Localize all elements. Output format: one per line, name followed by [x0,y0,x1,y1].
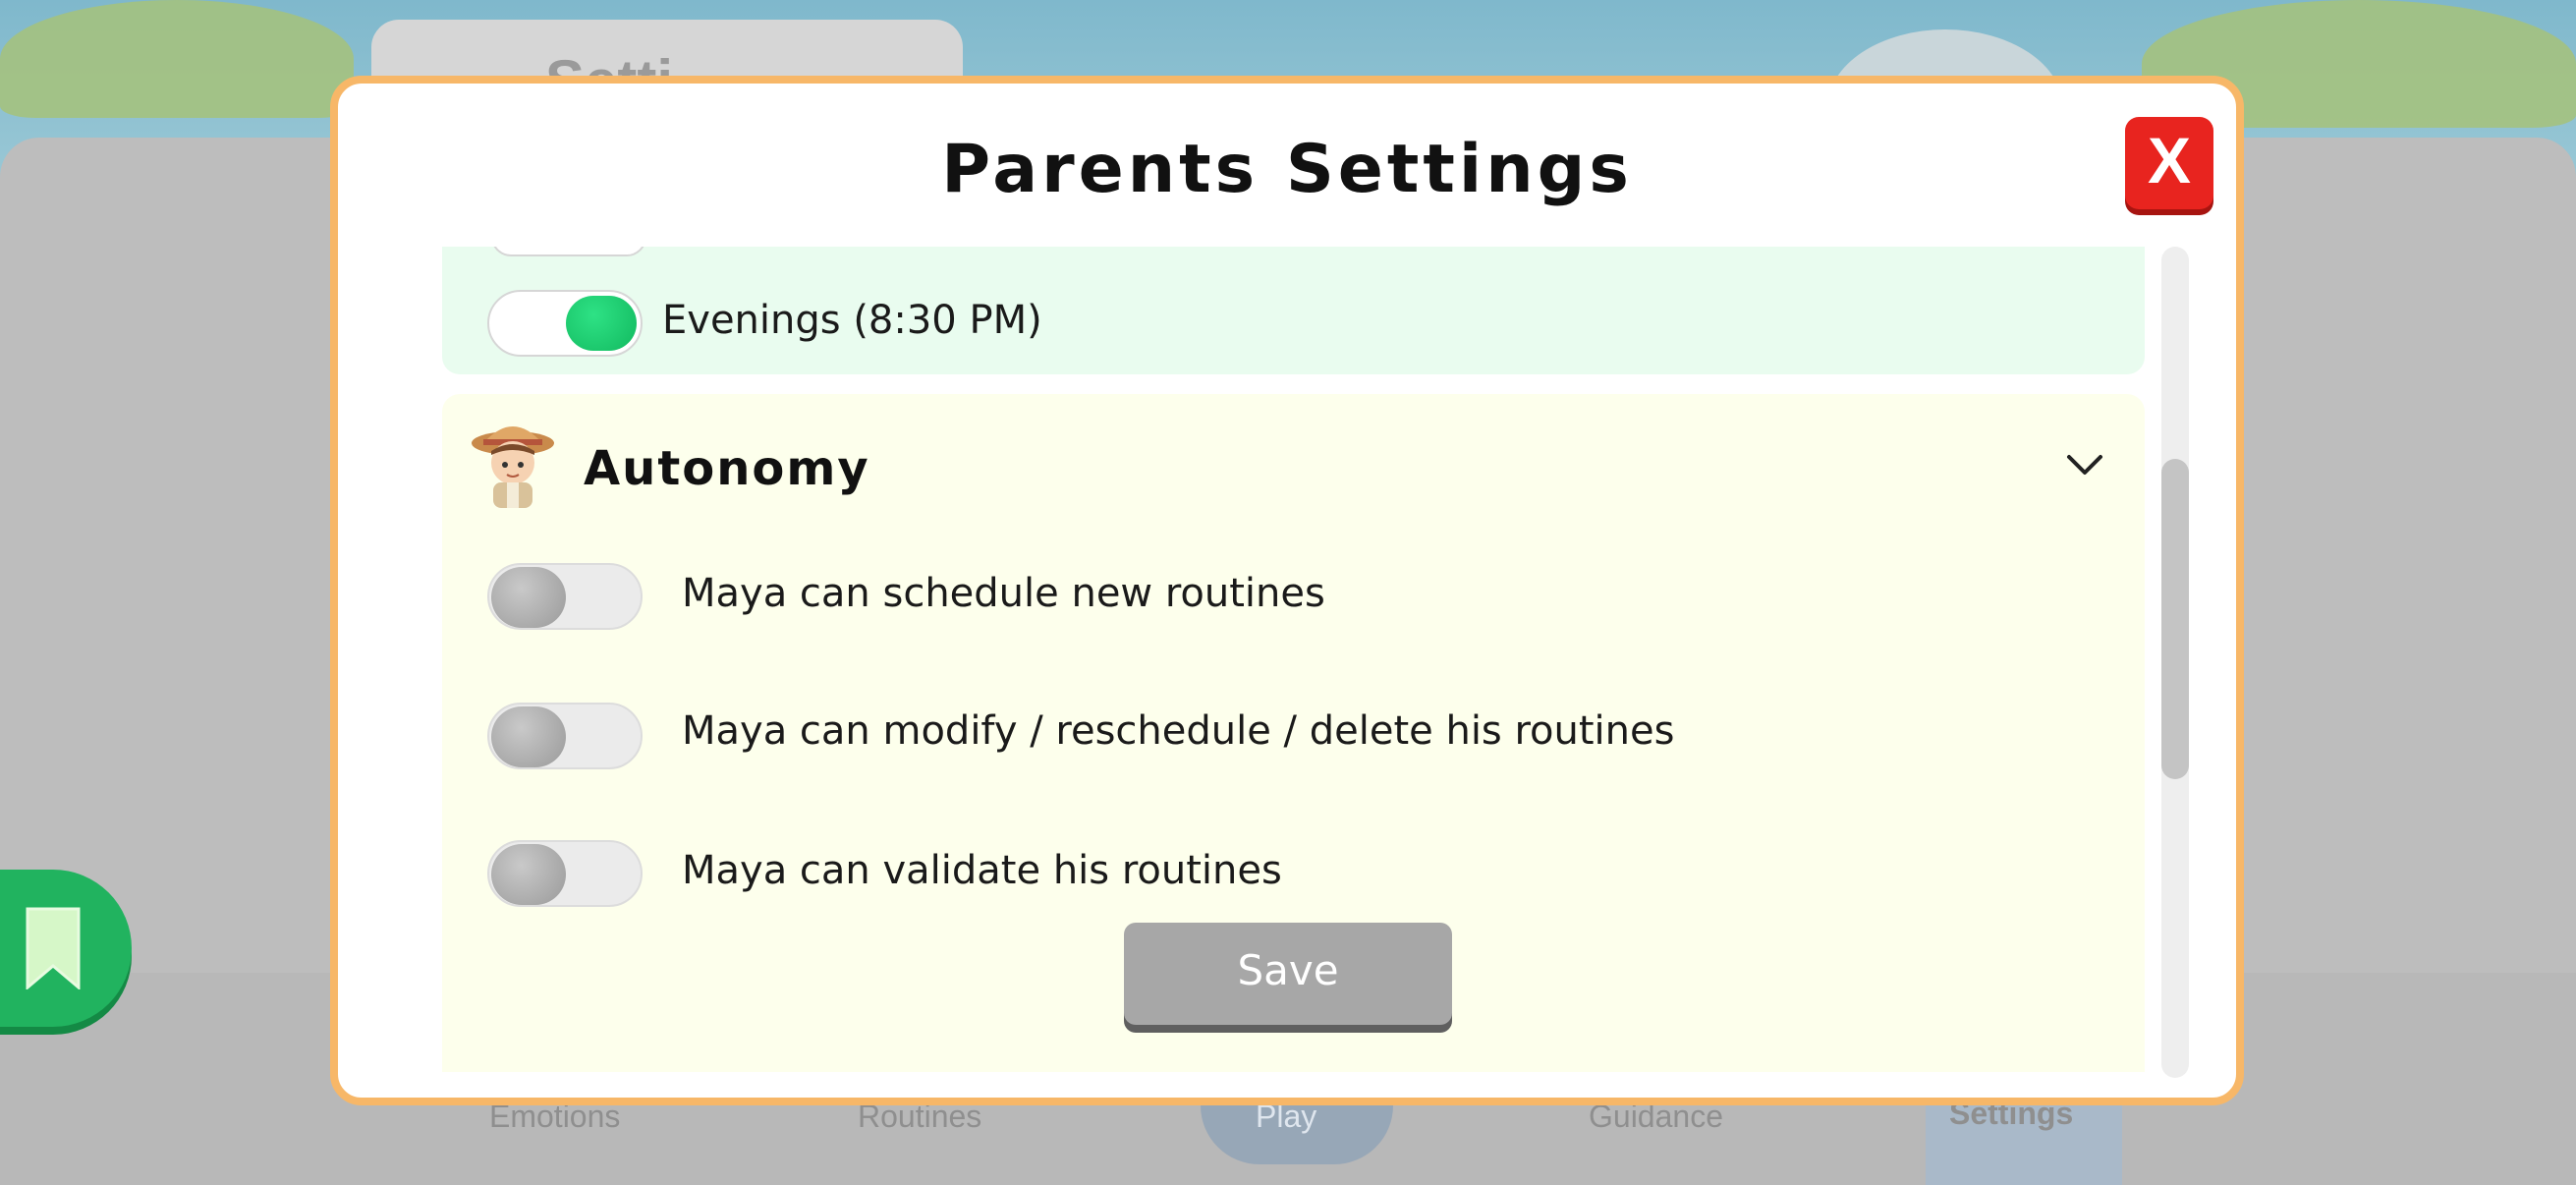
boy-explorer-avatar-icon [472,426,554,508]
evenings-toggle[interactable] [487,290,643,357]
close-button[interactable]: X [2125,117,2213,209]
toggle-knob [491,844,566,905]
scrollbar-track[interactable] [2161,247,2189,1078]
schedule-routines-label: Maya can schedule new routines [682,571,1325,616]
validate-routines-label: Maya can validate his routines [682,848,1282,893]
autonomy-title: Autonomy [584,441,870,496]
save-button-label: Save [1237,946,1339,994]
toggle-knob [566,296,637,351]
toggle-knob [491,567,566,628]
parents-settings-dialog: Parents Settings X Evenings (8:30 PM) Au… [330,76,2244,1105]
evenings-label: Evenings (8:30 PM) [662,298,1042,343]
close-icon: X [2147,124,2192,197]
reminder-toggle-partial[interactable] [491,247,646,256]
reminders-section: Evenings (8:30 PM) [442,247,2145,374]
schedule-routines-toggle[interactable] [487,563,643,630]
settings-scroll-area[interactable]: Evenings (8:30 PM) Autonomy Maya can sch… [442,247,2145,1072]
toggle-knob [491,706,566,767]
modify-routines-toggle[interactable] [487,703,643,769]
validate-routines-toggle[interactable] [487,840,643,907]
scrollbar-thumb[interactable] [2161,459,2189,779]
save-button[interactable]: Save [1124,923,1452,1025]
modify-routines-label: Maya can modify / reschedule / delete hi… [682,708,1675,754]
chevron-down-icon[interactable] [2065,453,2104,479]
dialog-title: Parents Settings [941,131,1633,208]
